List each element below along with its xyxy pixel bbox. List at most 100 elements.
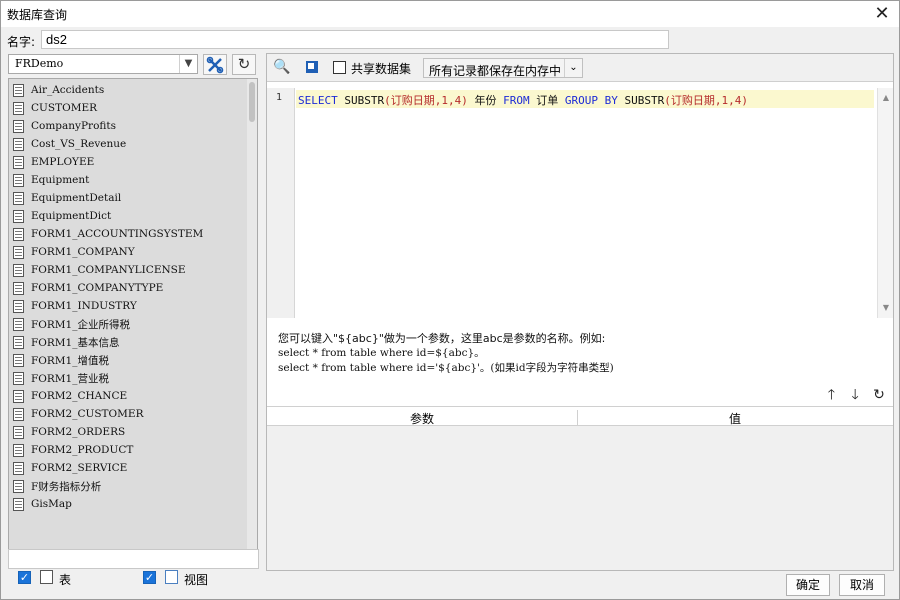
connection-value: FRDemo [15,57,64,70]
table-list-item[interactable]: FORM1_COMPANY [13,243,203,261]
parameter-actions: 🡑 🡓 ↻ [821,384,889,403]
table-list-item[interactable]: FORM1_增值税 [13,351,203,369]
chevron-down-icon[interactable]: ▼ [179,55,197,73]
table-icon [13,461,24,475]
editor-scrollbar[interactable]: ▲ ▼ [877,88,893,318]
table-list-item[interactable]: FORM1_企业所得税 [13,315,203,333]
chevron-down-icon[interactable]: ⌄ [564,59,582,77]
close-icon[interactable]: ✕ [871,3,893,25]
table-name: FORM1_增值税 [31,354,109,367]
scroll-down-icon[interactable]: ▼ [880,302,892,314]
sql-keyword: SELECT [298,94,338,107]
table-list-item[interactable]: EMPLOYEE [13,153,203,171]
table-icon [13,83,24,97]
preview-icon[interactable]: 🔍 [273,58,291,76]
table-name: Cost_VS_Revenue [31,138,127,150]
table-list-item[interactable]: FORM2_CHANCE [13,387,203,405]
table-name: FORM1_COMPANY [31,246,135,258]
sql-args: (订购日期,1,4) [384,94,468,107]
move-down-icon[interactable]: 🡓 [845,384,865,408]
table-list-item[interactable]: EquipmentDict [13,207,203,225]
table-list-item[interactable]: Cost_VS_Revenue [13,135,203,153]
query-dialog: 数据库查询 ✕ 名字: FRDemo ▼ ↻ Air_Accidents CUST… [0,0,900,600]
table-icon [13,209,24,223]
share-dataset-checkbox[interactable] [333,61,346,74]
table-list-item[interactable]: FORM1_基本信息 [13,333,203,351]
refresh-parameters-icon[interactable]: ↻ [869,387,889,403]
ok-button[interactable]: 确定 [786,574,830,596]
table-icon [13,353,24,367]
scroll-up-icon[interactable]: ▲ [880,92,892,104]
table-list-item[interactable]: FORM1_营业税 [13,369,203,387]
cancel-button[interactable]: 取消 [839,574,885,596]
table-name: EquipmentDetail [31,192,122,204]
tree-scroll-thumb[interactable] [249,82,255,122]
sql-keyword: FROM [503,94,530,107]
table-list-item[interactable]: FORM2_CUSTOMER [13,405,203,423]
table-list-item[interactable]: FORM1_COMPANYTYPE [13,279,203,297]
line-gutter: 1 [267,88,295,318]
table-name: FORM1_企业所得税 [31,318,130,331]
table-name: CompanyProfits [31,120,117,132]
table-tree[interactable]: Air_Accidents CUSTOMER CompanyProfits Cost_… [8,78,258,565]
table-icon [13,245,24,259]
sql-code[interactable]: SELECT SUBSTR(订购日期,1,4) 年份 FROM 订单 GROUP… [298,92,748,108]
table-list-item[interactable]: FORM1_COMPANYLICENSE [13,261,203,279]
table-name: FORM2_SERVICE [31,462,128,474]
table-list-item[interactable]: FORM1_INDUSTRY [13,297,203,315]
parameter-icon [306,61,318,73]
parameter-table-header: 参数 值 [267,407,893,426]
sql-keyword: GROUP BY [564,94,618,107]
column-header-value: 值 [728,412,741,426]
table-icon [13,443,24,457]
insert-parameter-icon[interactable] [303,58,321,76]
table-list-item[interactable]: FORM1_ACCOUNTINGSYSTEM [13,225,203,243]
table-search-input[interactable] [8,549,259,569]
table-icon [13,425,24,439]
table-name: FORM1_INDUSTRY [31,300,137,312]
table-name: FORM2_CUSTOMER [31,408,144,420]
connection-select[interactable]: FRDemo ▼ [8,54,198,74]
refresh-icon: ↻ [237,55,251,73]
sql-table: 订单 [536,94,559,107]
storage-mode-value: 所有记录都保存在内存中 [429,64,562,78]
table-name: CUSTOMER [31,102,98,114]
table-icon [13,299,24,313]
table-list-item[interactable]: Air_Accidents [13,81,203,99]
table-icon [13,119,24,133]
sql-toolbar: 🔍 共享数据集 所有记录都保存在内存中 ⌄ [267,54,893,82]
table-list-item[interactable]: FORM2_SERVICE [13,459,203,477]
table-icon [13,407,24,421]
move-up-icon[interactable]: 🡑 [821,384,841,408]
table-name: FORM1_营业税 [31,372,109,385]
filter-table-label: 表 [59,573,72,587]
table-list-item[interactable]: CUSTOMER [13,99,203,117]
table-list-item[interactable]: GisMap [13,495,203,513]
table-name: EMPLOYEE [31,156,95,168]
filter-row: ✓ 表 ✓ 视图 [8,570,260,592]
filter-view-checkbox[interactable]: ✓ [143,571,156,584]
table-list-item[interactable]: FORM2_ORDERS [13,423,203,441]
table-list-item[interactable]: FORM2_PRODUCT [13,441,203,459]
hint-line: select * from table where id=${abc}。 [278,347,485,359]
storage-mode-select[interactable]: 所有记录都保存在内存中 ⌄ [423,58,583,78]
table-list-item[interactable]: Equipment [13,171,203,189]
parameter-table[interactable]: 参数 值 [267,406,893,570]
table-list-item[interactable]: F财务指标分析 [13,477,203,495]
table-icon [13,263,24,277]
table-list-item[interactable]: EquipmentDetail [13,189,203,207]
refresh-button[interactable]: ↻ [232,54,256,75]
table-name: Equipment [31,174,90,186]
table-list-item[interactable]: CompanyProfits [13,117,203,135]
table-icon [13,335,24,349]
filter-table-checkbox[interactable]: ✓ [18,571,31,584]
parameter-hint: 您可以键入"${abc}"做为一个参数，这里abc是参数的名称。例如: selec… [278,331,614,376]
name-input[interactable] [41,30,669,49]
column-header-param: 参数 [267,410,578,426]
connection-settings-button[interactable] [203,54,227,75]
sql-editor[interactable]: 1 SELECT SUBSTR(订购日期,1,4) 年份 FROM 订单 GRO… [267,88,893,318]
tools-icon [206,56,224,74]
tree-scrollbar[interactable] [247,79,257,564]
table-name: EquipmentDict [31,210,112,222]
table-icon [13,389,24,403]
